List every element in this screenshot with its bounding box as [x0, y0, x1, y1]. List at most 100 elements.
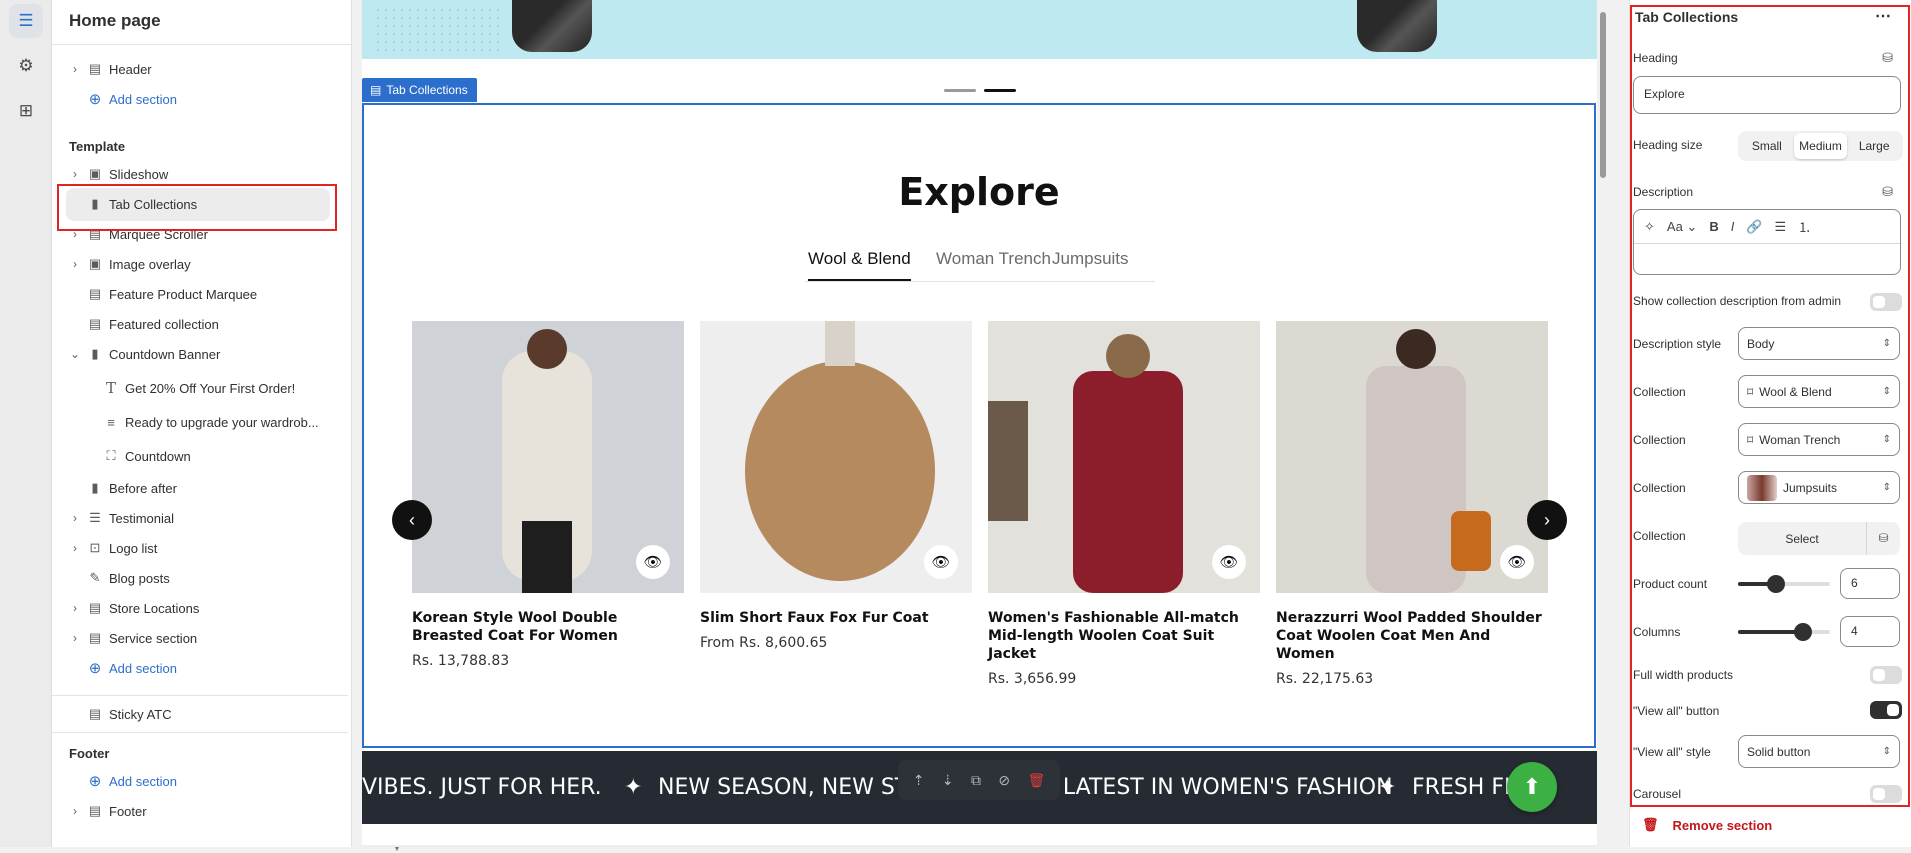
- section-icon: ▤: [88, 803, 102, 818]
- add-section-header-button[interactable]: ⊕ Add section: [52, 85, 348, 113]
- section-tag-label: Tab Collections: [386, 83, 468, 97]
- scroll-to-top-button[interactable]: ⬆: [1507, 762, 1557, 812]
- section-countdown-banner[interactable]: ⌄ ▮ Countdown Banner: [52, 340, 348, 368]
- section-feature-product-marquee[interactable]: ▤ Feature Product Marquee: [52, 280, 348, 308]
- hide-eye-icon[interactable]: ⊘: [998, 772, 1010, 789]
- section-before-after[interactable]: ▮ Before after: [52, 474, 348, 502]
- block-label: Get 20% Off Your First Order!: [125, 380, 296, 396]
- remove-section-label: Remove section: [1672, 817, 1773, 833]
- remove-section-button[interactable]: 🗑 Remove section: [1642, 817, 1772, 833]
- tab-jumpsuits[interactable]: Jumpsuits: [1052, 249, 1129, 269]
- block-heading[interactable]: T Get 20% Off Your First Order!: [52, 374, 348, 402]
- product-price: From Rs. 8,600.65: [700, 635, 828, 651]
- section-icon: ▤: [88, 286, 102, 301]
- quick-view-eye-icon[interactable]: 👁: [924, 545, 958, 579]
- section-label: Featured collection: [109, 316, 219, 332]
- section-label: Slideshow: [109, 166, 169, 182]
- slide-indicator-active[interactable]: [984, 89, 1016, 92]
- section-header[interactable]: › ▤ Header: [52, 55, 348, 83]
- apps-icon[interactable]: ⊞: [9, 94, 43, 128]
- product-image[interactable]: 👁: [988, 321, 1260, 593]
- page-title: Home page: [69, 11, 161, 30]
- slideshow-icon: ▣: [88, 166, 102, 181]
- add-circle-icon: ⊕: [88, 773, 102, 790]
- block-countdown[interactable]: ⛶ Countdown: [52, 442, 348, 470]
- section-store-locations[interactable]: › ▤ Store Locations: [52, 594, 348, 622]
- sections-icon[interactable]: ☰: [9, 4, 43, 38]
- carousel-next-button[interactable]: ›: [1527, 500, 1567, 540]
- dot-pattern: [374, 6, 504, 56]
- section-image-overlay[interactable]: › ▣ Image overlay: [52, 250, 348, 278]
- product-card[interactable]: 👁 Korean Style Wool Double Breasted Coat…: [412, 321, 684, 669]
- section-icon: ▤: [370, 83, 382, 97]
- block-label: Ready to upgrade your wardrob...: [125, 414, 319, 430]
- chevron-right-icon[interactable]: ›: [69, 601, 81, 615]
- list-icon: ☰: [89, 510, 101, 525]
- add-section-template-button[interactable]: ⊕ Add section: [52, 654, 348, 682]
- product-title[interactable]: Slim Short Faux Fox Fur Coat: [700, 609, 972, 627]
- section-blog-posts[interactable]: ✎ Blog posts: [52, 564, 348, 592]
- product-title[interactable]: Nerazzurri Wool Padded Shoulder Coat Woo…: [1276, 609, 1548, 663]
- block-label: Countdown: [125, 448, 191, 464]
- before-after-thumb-icon: ▮: [91, 480, 99, 495]
- preview-scrollbar[interactable]: [1597, 0, 1609, 845]
- product-image[interactable]: 👁: [700, 321, 972, 593]
- chevron-right-icon[interactable]: ›: [69, 631, 81, 645]
- product-card[interactable]: 👁 Nerazzurri Wool Padded Shoulder Coat W…: [1276, 321, 1548, 687]
- chevron-right-icon[interactable]: ›: [69, 804, 81, 818]
- product-price: Rs. 22,175.63: [1276, 671, 1374, 687]
- section-label: Sticky ATC: [109, 706, 172, 722]
- scrollbar-thumb[interactable]: [1600, 12, 1606, 178]
- template-group-label: Template: [69, 139, 126, 154]
- marquee-text: NEW SEASON, NEW STY: [658, 775, 922, 800]
- slideshow-banner: [362, 0, 1597, 59]
- quick-view-eye-icon[interactable]: 👁: [1500, 545, 1534, 579]
- chevron-right-icon[interactable]: ›: [69, 511, 81, 525]
- delete-trash-icon[interactable]: 🗑: [1027, 772, 1045, 789]
- add-section-label: Add section: [109, 773, 177, 789]
- carousel-prev-button[interactable]: ‹: [392, 500, 432, 540]
- section-featured-collection[interactable]: ▤ Featured collection: [52, 310, 348, 338]
- slide-indicator[interactable]: [944, 89, 976, 92]
- section-tag[interactable]: ▤ Tab Collections: [362, 78, 477, 102]
- settings-gear-icon[interactable]: ⚙: [9, 49, 43, 83]
- block-text[interactable]: ≡ Ready to upgrade your wardrob...: [52, 408, 348, 436]
- collection-tabs: Wool & Blend Woman Trench Jumpsuits: [805, 247, 1155, 282]
- chevron-right-icon[interactable]: ›: [69, 257, 81, 271]
- move-down-icon[interactable]: ⇣: [942, 772, 954, 789]
- chevron-down-icon[interactable]: ⌄: [69, 347, 81, 361]
- product-card[interactable]: 👁 Slim Short Faux Fox Fur Coat From Rs. …: [700, 321, 972, 651]
- add-section-footer-button[interactable]: ⊕ Add section: [52, 767, 348, 795]
- footer-group-label: Footer: [69, 746, 110, 761]
- add-circle-icon: ⊕: [88, 660, 102, 677]
- chevron-right-icon[interactable]: ›: [69, 541, 81, 555]
- banner-image: [1357, 0, 1437, 52]
- trash-icon: 🗑: [1642, 817, 1659, 832]
- section-service-section[interactable]: › ▤ Service section: [52, 624, 348, 652]
- product-title[interactable]: Korean Style Wool Double Breasted Coat F…: [412, 609, 684, 645]
- section-label: Header: [109, 61, 152, 77]
- section-logo-list[interactable]: › ⊡ Logo list: [52, 534, 348, 562]
- section-testimonial[interactable]: › ☰ Testimonial: [52, 504, 348, 532]
- product-card[interactable]: 👁 Women's Fashionable All-match Mid-leng…: [988, 321, 1260, 687]
- duplicate-icon[interactable]: ⧉: [971, 772, 981, 789]
- section-sticky-atc[interactable]: ▤ Sticky ATC: [52, 700, 348, 728]
- move-up-icon[interactable]: ⇡: [913, 772, 925, 789]
- quick-view-eye-icon[interactable]: 👁: [1212, 545, 1246, 579]
- section-label: Feature Product Marquee: [109, 286, 258, 302]
- sections-sidebar: Home page › ▤ Header ⊕ Add section Templ…: [52, 0, 401, 853]
- sparkle-icon: ✦: [1378, 775, 1397, 800]
- section-icon: ▤: [88, 316, 102, 331]
- quick-view-eye-icon[interactable]: 👁: [636, 545, 670, 579]
- tab-wool-blend[interactable]: Wool & Blend: [808, 249, 911, 281]
- chevron-right-icon[interactable]: ›: [69, 62, 81, 76]
- section-icon: ▤: [88, 600, 102, 615]
- chevron-right-icon[interactable]: ›: [69, 167, 81, 181]
- product-image[interactable]: 👁: [412, 321, 684, 593]
- section-label: Store Locations: [109, 600, 200, 616]
- product-title[interactable]: Women's Fashionable All-match Mid-length…: [988, 609, 1260, 663]
- product-image[interactable]: 👁: [1276, 321, 1548, 593]
- tab-woman-trench[interactable]: Woman Trench: [936, 249, 1051, 269]
- divider: [52, 695, 348, 696]
- section-footer[interactable]: › ▤ Footer: [52, 797, 348, 825]
